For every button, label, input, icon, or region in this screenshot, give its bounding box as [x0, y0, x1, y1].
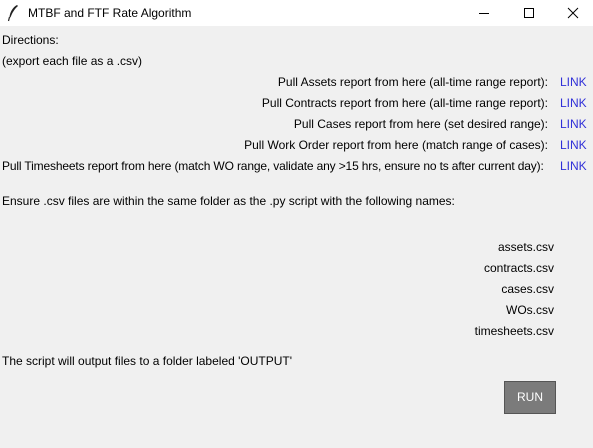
contracts-report-label: Pull Contracts report from here (all-tim…: [261, 96, 548, 110]
timesheets-report-link[interactable]: LINK: [560, 159, 587, 173]
close-button[interactable]: [551, 0, 593, 26]
app-window: MTBF and FTF Rate Algorithm Directions: …: [0, 0, 593, 448]
output-note: The script will output files to a folder…: [2, 354, 293, 368]
cases-report-link[interactable]: LINK: [560, 117, 587, 131]
instructions-text: Ensure .csv files are within the same fo…: [2, 194, 455, 208]
minimize-button[interactable]: [462, 0, 506, 26]
assets-report-label: Pull Assets report from here (all-time r…: [277, 75, 548, 89]
window-title: MTBF and FTF Rate Algorithm: [28, 6, 192, 20]
directions-heading: Directions:: [2, 33, 59, 47]
maximize-icon: [524, 8, 534, 18]
timesheets-report-label: Pull Timesheets report from here (match …: [2, 159, 544, 173]
assets-report-link[interactable]: LINK: [560, 75, 587, 89]
work-order-report-link[interactable]: LINK: [560, 138, 587, 152]
filename-wos: WOs.csv: [506, 303, 554, 317]
contracts-report-link[interactable]: LINK: [560, 96, 587, 110]
directions-subheading: (export each file as a .csv): [2, 54, 143, 68]
close-icon: [567, 7, 579, 19]
work-order-report-label: Pull Work Order report from here (match …: [244, 138, 548, 152]
cases-report-label: Pull Cases report from here (set desired…: [293, 117, 548, 131]
filename-timesheets: timesheets.csv: [474, 324, 554, 338]
filename-cases: cases.csv: [501, 282, 554, 296]
filename-assets: assets.csv: [497, 240, 554, 254]
maximize-button[interactable]: [507, 0, 551, 26]
title-bar: MTBF and FTF Rate Algorithm: [0, 0, 593, 26]
run-button[interactable]: RUN: [504, 381, 556, 414]
feather-icon: [6, 4, 22, 22]
minimize-icon: [479, 13, 489, 14]
filename-contracts: contracts.csv: [483, 261, 554, 275]
